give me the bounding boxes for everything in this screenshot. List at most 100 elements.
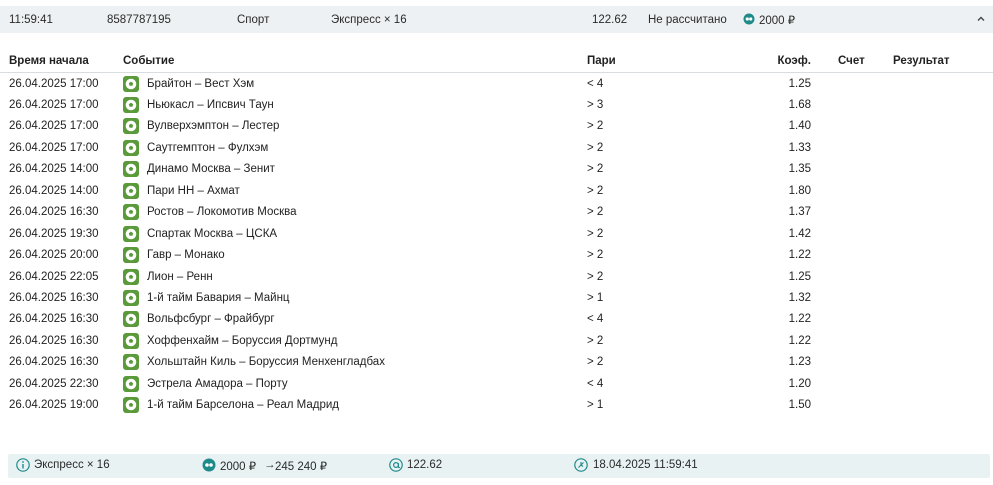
- table-row[interactable]: 26.04.2025 16:30 Хольштайн Киль – Борусси…: [0, 352, 993, 373]
- bet-sport: Спорт: [237, 13, 270, 26]
- row-bet: > 3: [587, 98, 604, 111]
- row-odds: 1.32: [788, 292, 811, 304]
- row-odds: 1.22: [788, 334, 811, 347]
- table-header: Время начала Событие Пари Коэф. Счет Рез…: [0, 52, 993, 73]
- table-row[interactable]: 26.04.2025 20:00 Гавр – Монако > 2 1.22: [0, 245, 993, 266]
- row-bet: > 1: [587, 399, 604, 412]
- row-time: 26.04.2025 16:30: [9, 356, 99, 369]
- row-event[interactable]: Эстрела Амадора – Порту: [147, 378, 288, 390]
- table-row[interactable]: 26.04.2025 14:00 Динамо Москва – Зенит > 2…: [0, 159, 993, 180]
- col-event: Событие: [123, 55, 175, 67]
- row-event[interactable]: Хоффенхайм – Боруссия Дортмунд: [147, 335, 338, 347]
- row-time: 26.04.2025 17:00: [9, 77, 99, 90]
- row-bet: > 2: [587, 120, 604, 133]
- row-event[interactable]: Лион – Ренн: [147, 271, 213, 283]
- soccer-ball-icon: [123, 268, 139, 285]
- row-time: 26.04.2025 22:30: [9, 377, 99, 390]
- table-row[interactable]: 26.04.2025 17:00 Саутгемптон – Фулхэм > 2 1…: [0, 138, 993, 159]
- row-event[interactable]: Саутгемптон – Фулхэм: [147, 142, 268, 154]
- table-row[interactable]: 26.04.2025 19:00 1-й тайм Барселона – Реа…: [0, 395, 993, 416]
- soccer-ball-icon: [123, 75, 139, 92]
- soccer-ball-icon: [123, 118, 139, 135]
- bet-id: 8587787195: [107, 13, 171, 26]
- bet-type: Экспресс × 16: [331, 13, 407, 26]
- row-odds: 1.35: [788, 163, 811, 176]
- row-event[interactable]: Вулверхэмптон – Лестер: [147, 120, 279, 132]
- row-odds: 1.80: [788, 184, 811, 197]
- row-odds: 1.42: [788, 227, 811, 240]
- clock-icon: [574, 458, 588, 472]
- bet-time: 11:59:41: [9, 13, 53, 26]
- table-row[interactable]: 26.04.2025 22:30 Эстрела Амадора – Порту <…: [0, 374, 993, 395]
- chevron-up-icon[interactable]: [973, 11, 989, 27]
- row-time: 26.04.2025 19:00: [9, 399, 99, 412]
- table-row[interactable]: 26.04.2025 16:30 Вольфсбург – Фрайбург < 4…: [0, 309, 993, 330]
- soccer-ball-icon: [123, 182, 139, 199]
- row-time: 26.04.2025 16:30: [9, 206, 99, 219]
- footer-odds: 122.62: [407, 459, 443, 471]
- table-row[interactable]: 26.04.2025 16:30 Ростов – Локомотив Москв…: [0, 202, 993, 223]
- row-event[interactable]: Брайтон – Вест Хэм: [147, 78, 254, 90]
- row-time: 26.04.2025 16:30: [9, 292, 99, 304]
- table-row[interactable]: 26.04.2025 17:00 Брайтон – Вест Хэм < 4 1.2…: [0, 74, 993, 95]
- table-row[interactable]: 26.04.2025 16:30 Хоффенхайм – Боруссия До…: [0, 331, 993, 352]
- table-row[interactable]: 26.04.2025 14:00 Пари НН – Ахмат > 2 1.80: [0, 181, 993, 202]
- soccer-ball-icon: [123, 247, 139, 264]
- col-time: Время начала: [9, 55, 89, 67]
- row-odds: 1.33: [788, 141, 811, 154]
- row-event[interactable]: Ростов – Локомотив Москва: [147, 206, 297, 218]
- bet-summary-bar[interactable]: 11:59:41 8587787195 Спорт Экспресс × 16 …: [0, 6, 993, 33]
- soccer-ball-icon: [123, 161, 139, 178]
- bet-stake: 2000 ₽: [759, 14, 796, 27]
- table-row[interactable]: 26.04.2025 19:30 Спартак Москва – ЦСКА > 2…: [0, 224, 993, 245]
- soccer-ball-icon: [123, 375, 139, 392]
- row-odds: 1.25: [788, 270, 811, 283]
- table-row[interactable]: 26.04.2025 17:00 Ньюкасл – Ипсвич Таун > 3…: [0, 95, 993, 116]
- row-bet: < 4: [587, 77, 604, 90]
- soccer-ball-icon: [123, 139, 139, 156]
- row-odds: 1.50: [788, 399, 811, 412]
- soccer-ball-icon: [123, 204, 139, 221]
- row-event[interactable]: Динамо Москва – Зенит: [147, 163, 275, 175]
- row-odds: 1.23: [788, 356, 811, 369]
- row-time: 26.04.2025 16:30: [9, 334, 99, 347]
- row-bet: > 1: [587, 292, 604, 304]
- at-sign-icon: [389, 458, 403, 472]
- row-event[interactable]: Ньюкасл – Ипсвич Таун: [147, 99, 274, 111]
- soccer-ball-icon: [123, 397, 139, 414]
- row-event[interactable]: Гавр – Монако: [147, 249, 225, 261]
- footer-payout: 245 240 ₽: [275, 461, 328, 473]
- row-event[interactable]: Хольштайн Киль – Боруссия Менхенгладбах: [147, 356, 385, 368]
- row-odds: 1.37: [788, 206, 811, 219]
- row-event[interactable]: 1-й тайм Бавария – Майнц: [147, 292, 290, 304]
- bet-status: Не рассчитано: [648, 13, 727, 26]
- table-row[interactable]: 26.04.2025 22:05 Лион – Ренн > 2 1.25: [0, 267, 993, 288]
- row-time: 26.04.2025 22:05: [9, 270, 99, 283]
- soccer-ball-icon: [123, 332, 139, 349]
- coin-icon: [743, 13, 755, 28]
- table-row[interactable]: 26.04.2025 17:00 Вулверхэмптон – Лестер > …: [0, 116, 993, 137]
- footer-datetime: 18.04.2025 11:59:41: [593, 459, 698, 471]
- row-bet: > 2: [587, 184, 604, 197]
- row-odds: 1.68: [788, 98, 811, 111]
- col-odds: Коэф.: [777, 55, 811, 67]
- row-time: 26.04.2025 20:00: [9, 249, 99, 262]
- row-bet: > 2: [587, 227, 604, 240]
- row-time: 26.04.2025 17:00: [9, 98, 99, 111]
- row-event[interactable]: Спартак Москва – ЦСКА: [147, 228, 277, 240]
- footer-arrow: →: [264, 459, 276, 471]
- row-event[interactable]: 1-й тайм Барселона – Реал Мадрид: [147, 399, 339, 411]
- soccer-ball-icon: [123, 354, 139, 371]
- table-row[interactable]: 26.04.2025 16:30 1-й тайм Бавария – Майнц…: [0, 288, 993, 309]
- row-bet: > 2: [587, 206, 604, 219]
- row-bet: < 4: [587, 377, 604, 390]
- soccer-ball-icon: [123, 311, 139, 328]
- footer-type: Экспресс × 16: [34, 459, 110, 471]
- row-event[interactable]: Пари НН – Ахмат: [147, 185, 240, 197]
- row-event[interactable]: Вольфсбург – Фрайбург: [147, 313, 275, 325]
- soccer-ball-icon: [123, 225, 139, 242]
- soccer-ball-icon: [123, 290, 139, 306]
- row-time: 26.04.2025 17:00: [9, 120, 99, 133]
- row-bet: < 4: [587, 313, 604, 326]
- row-time: 26.04.2025 17:00: [9, 141, 99, 154]
